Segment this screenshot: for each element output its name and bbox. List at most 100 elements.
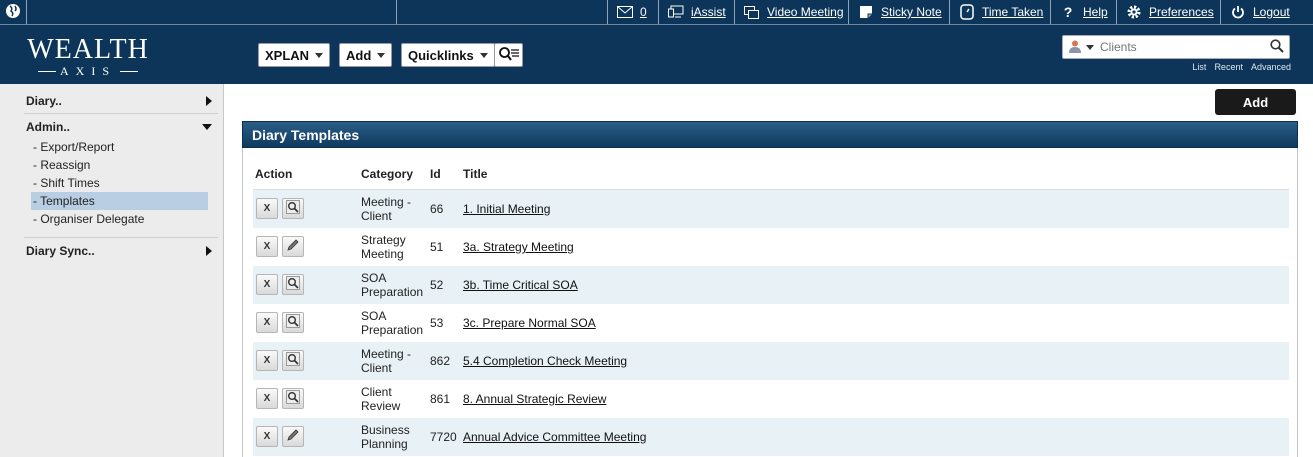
time-taken-link[interactable]: Time Taken (949, 0, 1051, 24)
column-header-title[interactable]: Title (463, 167, 487, 181)
power-icon (1229, 4, 1247, 20)
logout-label[interactable]: Logout (1253, 5, 1290, 19)
client-type-dropdown[interactable] (1068, 39, 1094, 56)
template-title-link[interactable]: 5.4 Completion Check Meeting (463, 354, 627, 368)
magnifier-icon (286, 352, 300, 369)
iassist-label[interactable]: iAssist (691, 5, 726, 19)
delete-button[interactable]: X (256, 350, 278, 371)
sticky-note-link[interactable]: Sticky Note (848, 0, 950, 24)
client-search-box[interactable] (1062, 35, 1290, 59)
template-title-link[interactable]: Annual Advice Committee Meeting (463, 430, 646, 444)
search-icon[interactable] (1270, 38, 1284, 56)
delete-button[interactable]: X (256, 426, 278, 447)
sidebar-item-export-report[interactable]: - Export/Report (31, 138, 208, 156)
category-line: Business (361, 423, 410, 437)
template-title-link[interactable]: 3b. Time Critical SOA (463, 278, 578, 292)
delete-button[interactable]: X (256, 274, 278, 295)
column-header-category: Category (361, 167, 414, 181)
stopwatch-icon (958, 4, 976, 20)
magnifier-icon (286, 200, 300, 217)
view-button[interactable] (282, 198, 304, 219)
search-link-list[interactable]: List (1192, 62, 1206, 72)
view-button[interactable] (282, 388, 304, 409)
globe-button[interactable] (0, 0, 26, 24)
add-menu-label: Add (346, 47, 372, 63)
iassist-link[interactable]: iAssist (658, 0, 734, 24)
sidebar-item-templates[interactable]: - Templates (31, 192, 208, 210)
category-line: Meeting - (361, 195, 412, 209)
preferences-link[interactable]: Preferences (1116, 0, 1222, 24)
category-cell: Client Review (361, 385, 400, 413)
sidebar-diary-sync-label: Diary Sync.. (26, 244, 95, 258)
view-button[interactable] (282, 274, 304, 295)
sidebar-item-reassign[interactable]: - Reassign (31, 156, 208, 174)
category-cell: Meeting - Client (361, 195, 411, 223)
category-line: SOA (361, 271, 387, 285)
add-menu[interactable]: Add (339, 43, 393, 67)
search-links: List Recent Advanced (1192, 62, 1291, 72)
quicklinks-menu[interactable]: Quicklinks (401, 43, 495, 67)
table-row: X Strategy Meeting 51 3a. Strategy Meeting (253, 228, 1289, 266)
chevron-down-icon (377, 52, 386, 58)
sidebar-diary[interactable]: Diary.. (26, 91, 212, 111)
search-link-advanced[interactable]: Advanced (1251, 62, 1291, 72)
divider (24, 113, 218, 114)
search-list-button[interactable] (494, 43, 523, 67)
category-cell: Meeting - Client (361, 347, 411, 375)
time-taken-label[interactable]: Time Taken (982, 5, 1043, 19)
category-line: Strategy (361, 233, 406, 247)
chevron-down-icon (202, 124, 212, 130)
template-title-link[interactable]: 8. Annual Strategic Review (463, 392, 606, 406)
video-meeting-link[interactable]: Video Meeting (734, 0, 852, 24)
search-link-recent[interactable]: Recent (1214, 62, 1243, 72)
delete-label: X (263, 431, 271, 442)
help-link[interactable]: ? Help (1050, 0, 1116, 24)
id-cell: 66 (430, 202, 444, 216)
edit-button[interactable] (282, 426, 304, 447)
delete-label: X (263, 393, 271, 404)
delete-button[interactable]: X (256, 312, 278, 333)
logout-link[interactable]: Logout (1220, 0, 1313, 24)
table-row: X Meeting - Client 862 5.4 Completion Check … (253, 342, 1289, 380)
table-row: X Business Planning 7720 Annual Advice Commi… (253, 418, 1289, 456)
xplan-menu[interactable]: XPLAN (258, 43, 331, 67)
sidebar-diary-sync[interactable]: Diary Sync.. (26, 241, 212, 261)
template-title-link[interactable]: 3a. Strategy Meeting (463, 240, 574, 254)
top-bar: 0 iAssist Video Meeting Sticky Note Time… (0, 0, 1313, 25)
messages-link[interactable]: 0 (607, 0, 655, 24)
view-button[interactable] (282, 350, 304, 371)
category-line: Review (361, 399, 401, 413)
template-title-link[interactable]: 1. Initial Meeting (463, 202, 550, 216)
column-header-id: Id (430, 167, 441, 181)
category-line: Client (361, 361, 392, 375)
sticky-note-label[interactable]: Sticky Note (881, 5, 942, 19)
pencil-icon (286, 238, 300, 255)
wealth-axis-logo[interactable]: WEALTH AXIS (22, 34, 154, 78)
delete-button[interactable]: X (256, 388, 278, 409)
delete-button[interactable]: X (256, 236, 278, 257)
sidebar-admin[interactable]: Admin.. (26, 117, 212, 137)
logo-subword: AXIS (59, 64, 116, 78)
logo-wordmark: WEALTH (27, 34, 149, 65)
sticky-note-icon (857, 4, 875, 20)
delete-button[interactable]: X (256, 198, 278, 219)
table-row: X SOA Preparation 52 3b. Time Critical SOA (253, 266, 1289, 304)
category-cell: Business Planning (361, 423, 410, 451)
gear-icon (1125, 4, 1143, 20)
help-label[interactable]: Help (1083, 5, 1108, 19)
edit-button[interactable] (282, 236, 304, 257)
template-title-link[interactable]: 3c. Prepare Normal SOA (463, 316, 596, 330)
sidebar-item-shift-times[interactable]: - Shift Times (31, 174, 208, 192)
sidebar-item-organiser-delegate[interactable]: - Organiser Delegate (31, 210, 208, 228)
view-button[interactable] (282, 312, 304, 333)
messages-count[interactable]: 0 (640, 5, 647, 19)
table-row: X Meeting - Client 66 1. Initial Meeting (253, 190, 1289, 228)
delete-label: X (263, 279, 271, 290)
sidebar: Diary.. Admin.. - Export/Report - Reassi… (0, 84, 224, 457)
add-template-button[interactable]: Add (1215, 89, 1296, 115)
client-search-input[interactable] (1100, 40, 1270, 54)
chevron-down-icon (479, 52, 488, 58)
chevron-down-icon (1086, 44, 1094, 50)
preferences-label[interactable]: Preferences (1149, 5, 1214, 19)
video-meeting-label[interactable]: Video Meeting (767, 5, 844, 19)
